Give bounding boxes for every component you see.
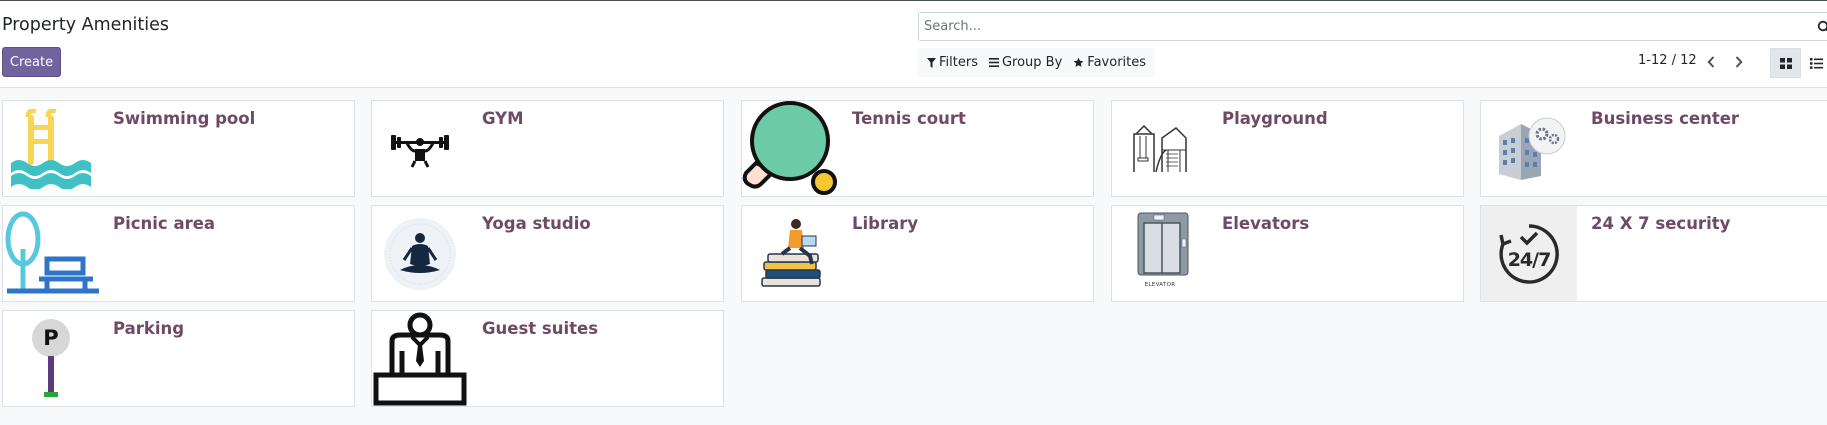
amenity-name: 24 X 7 security <box>1591 214 1731 233</box>
filter-icon <box>927 57 936 68</box>
favorites-button[interactable]: Favorites <box>1073 55 1146 70</box>
amenity-name: Tennis court <box>852 109 966 128</box>
favorites-label: Favorites <box>1087 55 1147 70</box>
search-input[interactable] <box>919 13 1799 40</box>
parking-letter: P <box>43 325 59 350</box>
amenity-name: Business center <box>1591 109 1740 128</box>
filters-button[interactable]: Filters <box>927 55 978 70</box>
amenity-name: Elevators <box>1222 214 1310 233</box>
pager-previous-button[interactable] <box>1701 52 1721 72</box>
kanban-card-swimming-pool[interactable]: Swimming pool <box>2 100 355 197</box>
amenity-name: Library <box>852 214 919 233</box>
kanban-card-business-center[interactable]: Business center <box>1480 100 1827 197</box>
kanban-card-picnic-area[interactable]: Picnic area <box>2 205 355 302</box>
kanban-card-parking[interactable]: P Parking <box>2 310 355 407</box>
kanban-card-playground[interactable]: Playground <box>1111 100 1464 197</box>
control-panel: Property Amenities Create Filters Group … <box>0 1 1827 88</box>
group-by-label: Group By <box>1001 55 1063 70</box>
bars-icon <box>988 58 999 67</box>
parking-sign-icon: P <box>3 311 99 406</box>
office-building-gear-icon <box>1481 101 1577 196</box>
amenity-name: Swimming pool <box>113 109 256 128</box>
playground-slide-icon <box>1112 101 1208 196</box>
tree-bench-icon <box>3 206 99 301</box>
amenity-name: Parking <box>113 319 185 338</box>
swimming-pool-icon <box>3 101 99 196</box>
elevator-caption: ELEVATOR <box>1144 281 1176 288</box>
list-icon <box>1810 57 1823 69</box>
kanban-card-tennis-court[interactable]: Tennis court <box>741 100 1094 197</box>
reader-on-books-icon <box>742 206 838 301</box>
weightlifter-icon <box>372 101 468 196</box>
filters-label: Filters <box>939 55 978 70</box>
amenity-name: Picnic area <box>113 214 216 233</box>
kanban-card-elevators[interactable]: ELEVATOR Elevators <box>1111 205 1464 302</box>
kanban-view: Swimming pool GYM Tennis court Playgroun… <box>0 88 1827 425</box>
pager-next-button[interactable] <box>1729 52 1749 72</box>
amenity-name: Yoga studio <box>482 214 591 233</box>
grid-icon <box>1779 57 1792 69</box>
security-badge-text: 24/7 <box>1507 248 1552 271</box>
page-title: Property Amenities <box>2 15 169 35</box>
list-view-button[interactable] <box>1801 48 1827 78</box>
search-options: Filters Group By Favorites <box>918 48 1154 77</box>
receptionist-desk-icon <box>372 311 468 406</box>
kanban-view-button[interactable] <box>1770 48 1801 78</box>
star-icon <box>1073 57 1084 67</box>
chevron-right-icon <box>1735 56 1743 68</box>
search-icon[interactable] <box>1817 19 1827 38</box>
kanban-card-library[interactable]: Library <box>741 205 1094 302</box>
elevator-icon: ELEVATOR <box>1112 206 1208 301</box>
24-7-clock-icon: 24/7 <box>1481 206 1577 301</box>
kanban-card-gym[interactable]: GYM <box>371 100 724 197</box>
amenity-name: GYM <box>482 109 524 128</box>
group-by-button[interactable]: Group By <box>988 55 1063 70</box>
amenity-name: Guest suites <box>482 319 599 338</box>
ping-pong-paddle-icon <box>742 101 838 196</box>
create-button[interactable]: Create <box>2 47 61 77</box>
kanban-card-guest-suites[interactable]: Guest suites <box>371 310 724 407</box>
kanban-card-yoga-studio[interactable]: Yoga studio <box>371 205 724 302</box>
amenity-name: Playground <box>1222 109 1328 128</box>
meditation-icon <box>372 206 468 301</box>
search-box <box>918 12 1827 41</box>
chevron-left-icon <box>1707 56 1715 68</box>
pager-value[interactable]: 1-12 / 12 <box>1638 53 1697 68</box>
kanban-card-24-x-7-security[interactable]: 24/7 24 X 7 security <box>1480 205 1827 302</box>
